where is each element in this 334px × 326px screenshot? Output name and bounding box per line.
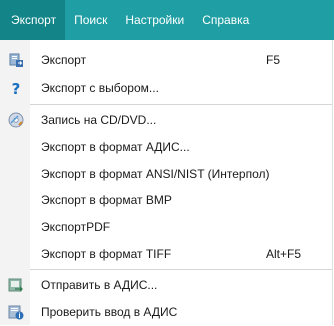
verify-icon xyxy=(8,304,24,320)
menu-item-label: Проверить ввод в АДИС xyxy=(41,305,178,319)
menu-item-label: Экспорт в формат BMP xyxy=(41,193,172,207)
menu-item-send-adis[interactable]: Отправить в АДИС... xyxy=(0,271,332,299)
menu-item-export-adis[interactable]: Экспорт в формат АДИС... xyxy=(0,133,332,161)
menu-item-burn-disc[interactable]: Запись на CD/DVD... xyxy=(0,106,332,134)
menu-search[interactable]: Поиск xyxy=(65,0,116,40)
menu-item-verify-adis[interactable]: Проверить ввод в АДИС xyxy=(0,298,332,326)
shortcut-label: F5 xyxy=(266,53,281,67)
menu-item-export-selection[interactable]: ? Экспорт с выбором... xyxy=(0,74,332,102)
menu-item-export-bmp[interactable]: Экспорт в формат BMP xyxy=(0,186,332,214)
menu-help[interactable]: Справка xyxy=(193,0,258,40)
menu-item-label: ЭкспортPDF xyxy=(41,220,111,234)
menu-item-label: Экспорт с выбором... xyxy=(41,81,159,95)
menu-item-export-tiff[interactable]: Экспорт в формат TIFF Alt+F5 xyxy=(0,240,332,268)
menu-export[interactable]: Экспорт xyxy=(0,0,66,40)
menu-item-export-pdf[interactable]: ЭкспортPDF xyxy=(0,213,332,241)
disc-icon xyxy=(8,112,24,128)
menu-item-label: Экспорт в формат ANSI/NIST (Интерпол) xyxy=(41,167,270,181)
question-icon: ? xyxy=(8,80,24,96)
send-icon xyxy=(8,277,24,293)
menu-bar: Экспорт Поиск Настройки Справка xyxy=(0,0,334,40)
shortcut-label: Alt+F5 xyxy=(266,247,302,261)
menu-item-label: Экспорт в формат АДИС... xyxy=(41,140,190,154)
svg-text:?: ? xyxy=(12,80,21,96)
menu-item-label: Запись на CD/DVD... xyxy=(41,113,157,127)
menu-item-label: Экспорт xyxy=(41,53,87,67)
menu-item-label: Отправить в АДИС... xyxy=(41,278,158,292)
menu-item-label: Экспорт в формат TIFF xyxy=(41,247,172,261)
menu-item-export-ansi-nist[interactable]: Экспорт в формат ANSI/NIST (Интерпол) xyxy=(0,160,332,188)
menu-settings[interactable]: Настройки xyxy=(116,0,193,40)
menu-item-export[interactable]: Экспорт F5 xyxy=(0,46,332,74)
menu-separator xyxy=(30,104,332,105)
export-database-icon xyxy=(8,52,24,68)
export-dropdown-menu: Экспорт F5 ? Экспорт с выбором... Запись… xyxy=(0,40,333,325)
menu-separator xyxy=(30,269,332,270)
